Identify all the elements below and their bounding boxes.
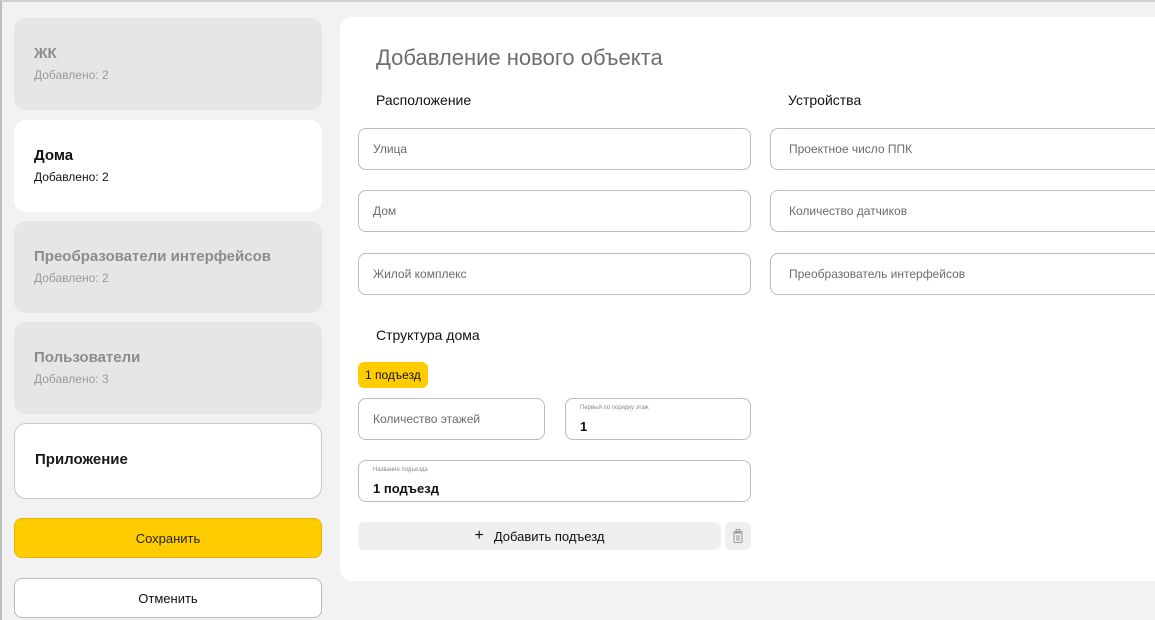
residential-complex-select[interactable]: Жилой комплекс: [358, 253, 751, 295]
floors-count-placeholder: Количество этажей: [373, 412, 481, 426]
sidebar-item-title: ЖК: [34, 45, 57, 62]
entrance-name-value: 1 подъезд: [373, 481, 439, 496]
interface-converter-placeholder: Преобразователь интерфейсов: [789, 267, 966, 281]
sidebar-item-count: Добавлено: 2: [34, 271, 109, 285]
entrance-name-label: Название подъезда: [373, 467, 428, 473]
first-floor-value: 1: [580, 419, 588, 434]
house-input[interactable]: Дом: [358, 190, 751, 232]
location-heading: Расположение: [376, 92, 472, 108]
ppk-count-input[interactable]: Проектное число ППК: [770, 128, 1155, 170]
sensor-count-placeholder: Количество датчиков: [789, 204, 908, 218]
add-entrance-label: Добавить подъезд: [493, 528, 605, 544]
sidebar-item-count: Добавлено: 2: [34, 68, 109, 82]
floors-count-input[interactable]: Количество этажей: [358, 398, 545, 440]
entrance-tab[interactable]: 1 подъезд: [358, 362, 428, 388]
plus-icon: +: [474, 527, 484, 544]
sidebar-item-users[interactable]: Пользователи Добавлено: 3: [14, 322, 322, 414]
trash-icon-glyph: [733, 529, 743, 543]
structure-heading: Структура дома: [376, 327, 480, 343]
new-object-panel: Добавление нового объекта Расположение У…: [340, 17, 1155, 581]
entrance-name-input[interactable]: Название подъезда 1 подъезд: [358, 460, 751, 502]
sidebar-item-app[interactable]: Приложение: [14, 423, 322, 499]
page-title: Добавление нового объекта: [376, 45, 663, 70]
sidebar-item-count: Добавлено: 2: [34, 170, 109, 184]
sensor-count-input[interactable]: Количество датчиков: [770, 190, 1155, 232]
sidebar-item-count: Добавлено: 3: [34, 372, 109, 386]
residential-complex-placeholder: Жилой комплекс: [373, 267, 467, 281]
save-button[interactable]: Сохранить: [14, 518, 322, 558]
street-input[interactable]: Улица: [358, 128, 751, 170]
sidebar-item-title: Дома: [34, 147, 74, 164]
ppk-count-placeholder: Проектное число ППК: [789, 142, 913, 156]
sidebar-item-title: Преобразователи интерфейсов: [34, 248, 271, 265]
sidebar-item-houses[interactable]: Дома Добавлено: 2: [14, 120, 322, 212]
sidebar-item-converters[interactable]: Преобразователи интерфейсов Добавлено: 2: [14, 221, 322, 313]
interface-converter-select[interactable]: Преобразователь интерфейсов: [770, 253, 1155, 295]
house-placeholder: Дом: [373, 204, 397, 218]
street-placeholder: Улица: [373, 142, 408, 156]
sidebar-item-title: Приложение: [35, 451, 128, 468]
sidebar-item-title: Пользователи: [34, 349, 141, 366]
first-floor-label: Первый по порядку этаж: [580, 405, 649, 411]
cancel-button[interactable]: Отменить: [14, 578, 322, 618]
trash-icon[interactable]: [725, 522, 751, 550]
sidebar-item-zhk[interactable]: ЖК Добавлено: 2: [14, 18, 322, 110]
first-floor-input[interactable]: Первый по порядку этаж 1: [565, 398, 751, 440]
add-entrance-button[interactable]: + Добавить подъезд: [358, 522, 721, 550]
devices-heading: Устройства: [788, 92, 862, 108]
